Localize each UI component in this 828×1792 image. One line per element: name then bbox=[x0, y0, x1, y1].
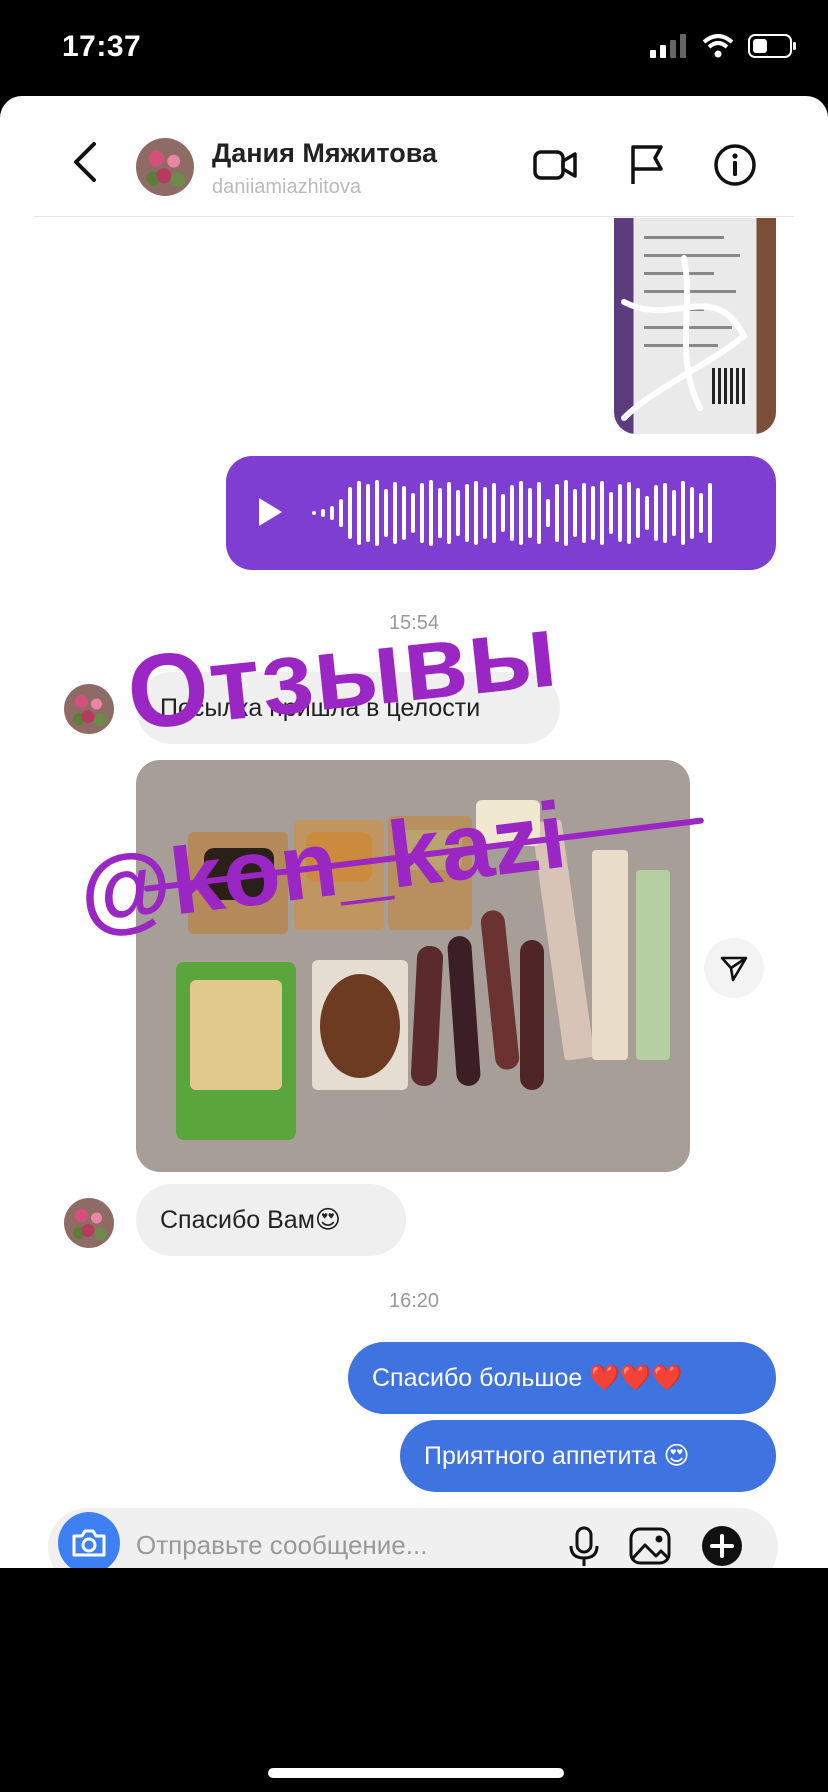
status-bar: 17:37 bbox=[0, 0, 828, 96]
contact-username: daniiamiazhitova bbox=[212, 176, 361, 198]
camera-button[interactable] bbox=[58, 1512, 120, 1568]
chat-header: Дания Мяжитова daniiamiazhitova bbox=[0, 96, 828, 218]
contact-avatar[interactable] bbox=[136, 138, 194, 196]
voice-message[interactable] bbox=[226, 456, 776, 570]
chat-screen: Дания Мяжитова daniiamiazhitova 15:54 По… bbox=[0, 96, 828, 1568]
signal-icon bbox=[650, 34, 686, 58]
wifi-icon bbox=[702, 34, 734, 58]
outgoing-message[interactable]: Спасибо большое ❤️❤️❤️ bbox=[348, 1342, 776, 1414]
message-composer: Отправьте сообщение... bbox=[48, 1508, 778, 1568]
timestamp: 16:20 bbox=[388, 1290, 440, 1312]
share-button[interactable] bbox=[704, 938, 764, 998]
microphone-icon[interactable] bbox=[562, 1524, 606, 1568]
back-icon[interactable] bbox=[68, 140, 104, 184]
battery-icon bbox=[748, 34, 796, 58]
camera-icon bbox=[72, 1529, 106, 1557]
sender-avatar[interactable] bbox=[64, 1198, 114, 1248]
receipt-photo[interactable] bbox=[614, 218, 776, 434]
incoming-message[interactable]: Спасибо Вам😍 bbox=[136, 1184, 406, 1256]
outgoing-message[interactable]: Приятного аппетита 😍 bbox=[400, 1420, 776, 1492]
send-icon bbox=[720, 956, 748, 982]
message-input[interactable]: Отправьте сообщение... bbox=[136, 1530, 427, 1561]
info-icon[interactable] bbox=[712, 142, 758, 188]
contact-name[interactable]: Дания Мяжитова bbox=[212, 138, 437, 169]
sender-avatar[interactable] bbox=[64, 684, 114, 734]
add-icon[interactable] bbox=[700, 1524, 744, 1568]
gallery-icon[interactable] bbox=[628, 1524, 672, 1568]
home-indicator bbox=[268, 1768, 564, 1778]
header-divider bbox=[34, 216, 794, 217]
play-icon[interactable] bbox=[256, 496, 284, 528]
voice-waveform bbox=[312, 478, 732, 548]
status-icons bbox=[650, 34, 798, 58]
status-time: 17:37 bbox=[62, 30, 142, 63]
flag-icon[interactable] bbox=[624, 142, 670, 188]
video-call-icon[interactable] bbox=[532, 142, 578, 188]
